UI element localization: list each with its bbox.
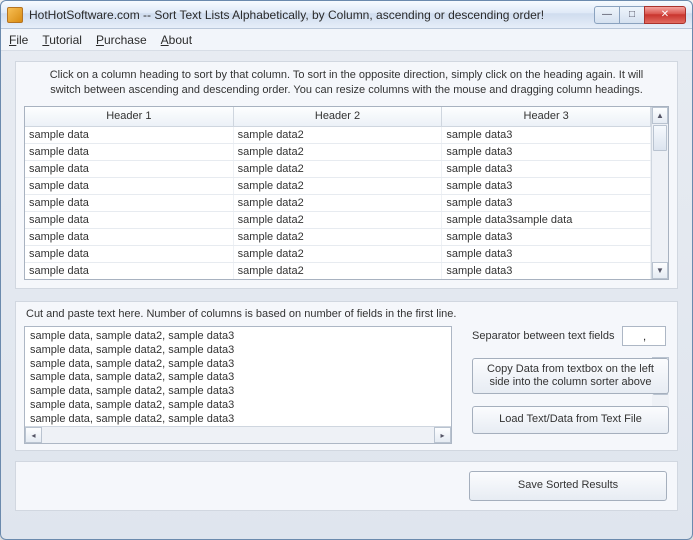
table-cell: sample data (25, 127, 234, 143)
table-cell: sample data2 (234, 144, 443, 160)
table-cell: sample data3 (442, 178, 651, 194)
table-cell: sample data2 (234, 246, 443, 262)
table-cell: sample data3 (442, 161, 651, 177)
menu-purchase[interactable]: Purchase (96, 33, 147, 47)
table-cell: sample data2 (234, 263, 443, 279)
table-cell: sample data (25, 161, 234, 177)
table-row[interactable]: sample datasample data2sample data3 (25, 246, 651, 263)
table-cell: sample data (25, 195, 234, 211)
maximize-button[interactable]: □ (619, 6, 645, 24)
menu-about[interactable]: About (161, 33, 192, 47)
app-icon (7, 7, 23, 23)
copy-data-button[interactable]: Copy Data from textbox on the left side … (472, 358, 669, 394)
column-header[interactable]: Header 1 (25, 107, 234, 127)
table-cell: sample data2 (234, 229, 443, 245)
paste-instructions: Cut and paste text here. Number of colum… (26, 308, 456, 320)
save-panel: Save Sorted Results (15, 461, 678, 511)
table-cell: sample data3 (442, 246, 651, 262)
paste-textbox[interactable]: sample data, sample data2, sample data3s… (24, 326, 452, 444)
table-row[interactable]: sample datasample data2sample data3 (25, 178, 651, 195)
scroll-up-icon[interactable]: ▲ (652, 107, 668, 124)
grid-vertical-scrollbar[interactable]: ▲ ▼ (651, 107, 668, 279)
table-row[interactable]: sample datasample data2sample data3 (25, 161, 651, 178)
table-row[interactable]: sample datasample data2sample data3sampl… (25, 212, 651, 229)
side-controls: Separator between text fields , Copy Dat… (472, 326, 669, 442)
load-text-file-button[interactable]: Load Text/Data from Text File (472, 406, 669, 434)
app-window: HotHotSoftware.com -- Sort Text Lists Al… (0, 0, 693, 540)
scroll-right-icon[interactable]: ▸ (434, 427, 451, 443)
close-button[interactable]: ✕ (644, 6, 686, 24)
separator-label: Separator between text fields (472, 330, 614, 342)
table-cell: sample data3 (442, 144, 651, 160)
table-row[interactable]: sample datasample data2sample data3 (25, 229, 651, 246)
menubar: File Tutorial Purchase About (1, 29, 692, 51)
menu-file[interactable]: File (9, 33, 28, 47)
column-header[interactable]: Header 2 (234, 107, 443, 127)
table-cell: sample data (25, 178, 234, 194)
table-row[interactable]: sample datasample data2sample data3 (25, 263, 651, 279)
table-cell: sample data3 (442, 127, 651, 143)
table-row[interactable]: sample datasample data2sample data3 (25, 127, 651, 144)
scroll-thumb[interactable] (653, 125, 667, 151)
scroll-left-icon[interactable]: ◂ (25, 427, 42, 443)
table-cell: sample data3 (442, 229, 651, 245)
sorter-panel: Click on a column heading to sort by tha… (15, 61, 678, 289)
table-cell: sample data (25, 263, 234, 279)
input-panel: Cut and paste text here. Number of colum… (15, 301, 678, 451)
table-cell: sample data2 (234, 161, 443, 177)
titlebar[interactable]: HotHotSoftware.com -- Sort Text Lists Al… (1, 1, 692, 29)
column-header[interactable]: Header 3 (442, 107, 651, 127)
table-cell: sample data (25, 246, 234, 262)
separator-input[interactable]: , (622, 326, 666, 346)
table-row[interactable]: sample datasample data2sample data3 (25, 144, 651, 161)
instructions-text: Click on a column heading to sort by tha… (16, 62, 677, 106)
data-grid: Header 1Header 2Header 3 sample datasamp… (24, 106, 669, 280)
minimize-button[interactable]: — (594, 6, 620, 24)
table-cell: sample data3 (442, 263, 651, 279)
table-cell: sample data (25, 212, 234, 228)
table-cell: sample data2 (234, 127, 443, 143)
window-controls: — □ ✕ (595, 6, 686, 24)
window-title: HotHotSoftware.com -- Sort Text Lists Al… (29, 8, 595, 22)
table-cell: sample data2 (234, 178, 443, 194)
textbox-horizontal-scrollbar[interactable]: ◂ ▸ (25, 426, 451, 443)
menu-tutorial[interactable]: Tutorial (42, 33, 82, 47)
table-cell: sample data (25, 229, 234, 245)
scroll-down-icon[interactable]: ▼ (652, 262, 668, 279)
save-results-button[interactable]: Save Sorted Results (469, 471, 667, 501)
table-cell: sample data2 (234, 212, 443, 228)
table-cell: sample data2 (234, 195, 443, 211)
paste-textbox-content[interactable]: sample data, sample data2, sample data3s… (25, 327, 451, 426)
table-row[interactable]: sample datasample data2sample data3 (25, 195, 651, 212)
table-cell: sample data (25, 144, 234, 160)
table-cell: sample data3 (442, 195, 651, 211)
table-cell: sample data3sample data (442, 212, 651, 228)
